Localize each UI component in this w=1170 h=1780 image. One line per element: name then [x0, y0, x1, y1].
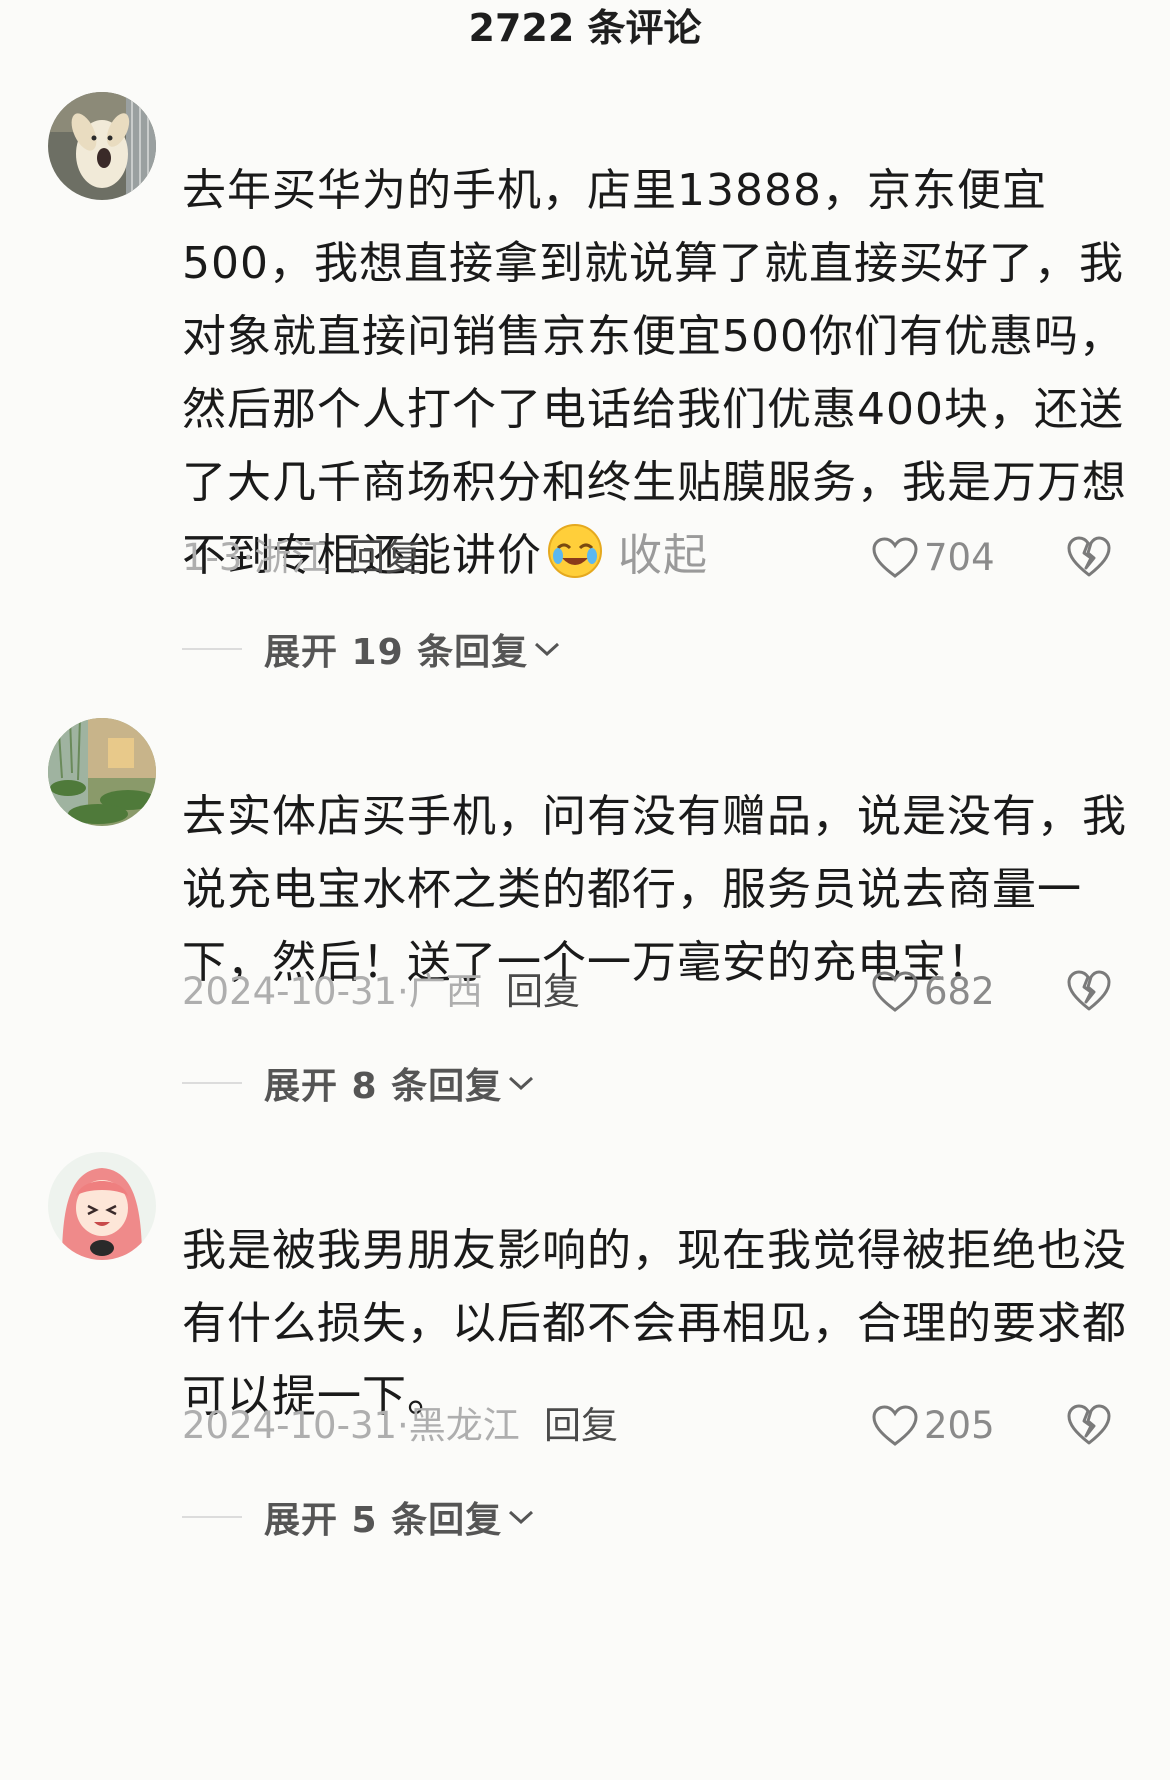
comment-meta: 2024-10-31·黑龙江 回复 205 — [182, 1400, 1122, 1452]
comment-text-content: 去年买华为的手机，店里13888，京东便宜500，我想直接拿到就说算了就直接买好… — [182, 165, 1127, 581]
like-button[interactable]: 704 — [872, 532, 995, 584]
comment-meta: 2024-10-31·广西 回复 682 — [182, 966, 1122, 1018]
comment-date: 2024-10-31 — [182, 1404, 398, 1447]
comment-text-content: 我是被我男朋友影响的，现在我觉得被拒绝也没有什么损失，以后都不会再相见，合理的要… — [182, 1225, 1127, 1422]
broken-heart-icon — [1067, 536, 1111, 577]
avatar[interactable] — [48, 718, 156, 826]
comment-text: 去年买华为的手机，店里13888，京东便宜500，我想直接拿到就说算了就直接买好… — [182, 154, 1142, 592]
comment-meta: 1-3·浙江 回复 704 — [182, 532, 1122, 584]
comment-region: 广西 — [408, 970, 483, 1013]
expand-replies-label[interactable]: 展开 19 条回复 — [264, 623, 528, 675]
reply-button[interactable]: 回复 — [506, 966, 580, 1018]
broken-heart-icon — [1067, 1404, 1111, 1445]
expand-replies[interactable]: 展开 19 条回复 — [182, 624, 562, 674]
meta-separator: · — [397, 1404, 409, 1447]
like-count: 205 — [924, 1404, 995, 1447]
chevron-down-icon — [509, 1076, 534, 1091]
expand-replies-label[interactable]: 展开 8 条回复 — [264, 1057, 502, 1109]
expand-replies-label[interactable]: 展开 5 条回复 — [264, 1491, 502, 1543]
chevron-down-icon — [535, 642, 560, 657]
divider — [182, 648, 242, 650]
reply-button[interactable]: 回复 — [544, 1400, 618, 1452]
heart-outline-icon — [872, 971, 918, 1012]
dislike-button[interactable] — [1067, 970, 1111, 1026]
comment-date: 1-3 — [182, 536, 243, 579]
heart-outline-icon — [872, 1405, 918, 1446]
reply-button[interactable]: 回复 — [348, 532, 422, 584]
like-button[interactable]: 682 — [872, 966, 995, 1018]
avatar[interactable] — [48, 1152, 156, 1260]
meta-separator: · — [242, 536, 255, 579]
like-count: 704 — [924, 536, 995, 579]
comment-date: 2024-10-31 — [182, 970, 398, 1013]
like-count: 682 — [924, 970, 995, 1013]
divider — [182, 1516, 242, 1518]
heart-outline-icon — [872, 537, 918, 578]
broken-heart-icon — [1067, 970, 1111, 1011]
comments-count-title: 2722 条评论 — [468, 6, 702, 50]
like-button[interactable]: 205 — [872, 1400, 995, 1452]
chevron-down-icon — [509, 1510, 534, 1525]
comment-region: 浙江 — [254, 536, 329, 579]
comment-region: 黑龙江 — [408, 1404, 520, 1447]
expand-replies[interactable]: 展开 8 条回复 — [182, 1058, 536, 1108]
dislike-button[interactable] — [1067, 1404, 1111, 1460]
expand-replies[interactable]: 展开 5 条回复 — [182, 1492, 536, 1542]
comment-text-content: 去实体店买手机，问有没有赠品，说是没有，我说充电宝水杯之类的都行，服务员说去商量… — [182, 791, 1127, 988]
meta-separator: · — [397, 970, 409, 1013]
divider — [182, 1082, 242, 1084]
avatar[interactable] — [48, 92, 156, 200]
dislike-button[interactable] — [1067, 536, 1111, 592]
